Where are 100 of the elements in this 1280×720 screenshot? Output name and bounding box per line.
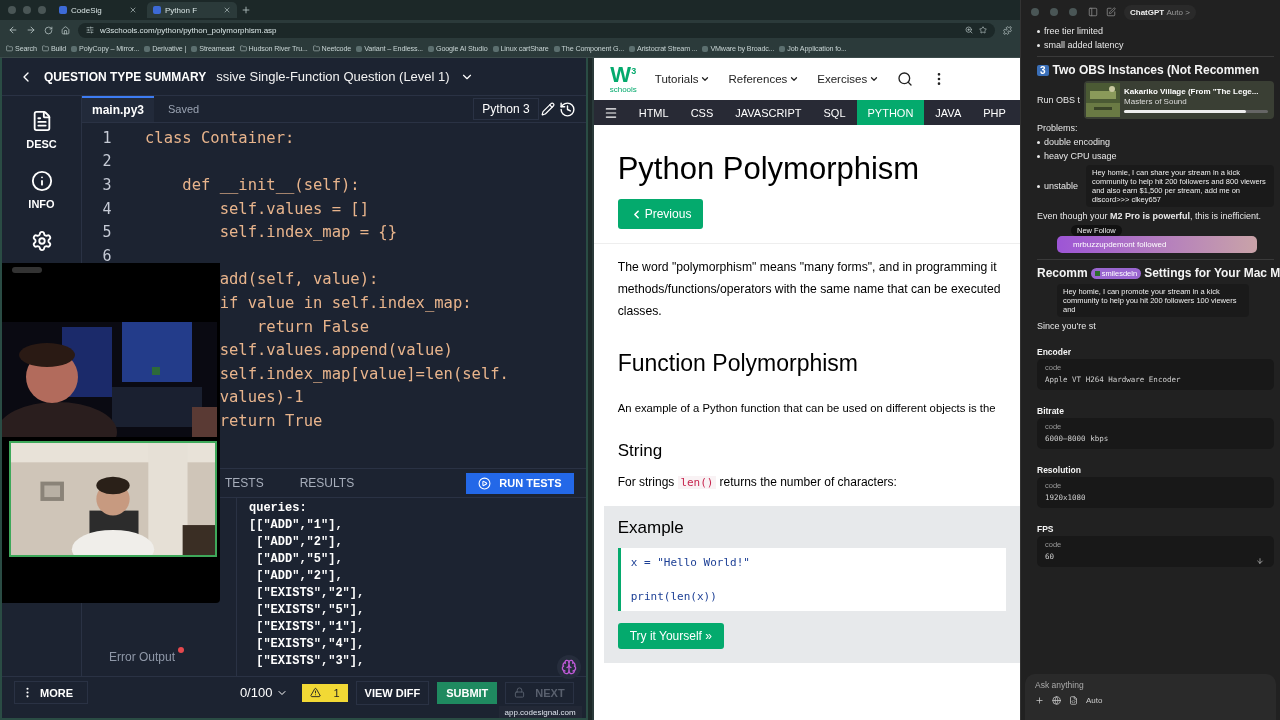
page-icon bbox=[702, 45, 709, 52]
search-icon[interactable] bbox=[897, 71, 914, 87]
chat-input[interactable]: Ask anything Auto bbox=[1025, 674, 1276, 720]
code-line: add(self, value): bbox=[218, 270, 379, 289]
setting-label: Encoder bbox=[1037, 347, 1072, 357]
code-line: class Container: bbox=[145, 128, 295, 147]
drag-handle[interactable] bbox=[12, 267, 42, 273]
test-input-line: ["ADD","5"], bbox=[255, 551, 344, 568]
star-icon[interactable] bbox=[979, 26, 987, 34]
test-input-line: ["EXISTS","4"], bbox=[255, 636, 365, 653]
topnav-link[interactable]: CSS bbox=[679, 100, 725, 125]
line-number: 2 bbox=[101, 152, 113, 171]
nav-menu[interactable]: Exercises bbox=[817, 73, 880, 85]
page-title: Python Polymorphism bbox=[617, 151, 921, 187]
tool-icon[interactable] bbox=[1069, 696, 1078, 705]
test-tab[interactable]: RESULTS bbox=[299, 476, 355, 490]
assistant-button[interactable] bbox=[557, 655, 581, 679]
paragraph: The word "polymorphism" means "many forms", and in programming it methods/functions/operators with the same name that can be executed classes. bbox=[617, 259, 1002, 320]
list-item: heavy CPU usage bbox=[1044, 151, 1117, 161]
folder-icon bbox=[312, 45, 320, 52]
topnav-link[interactable]: JAVA bbox=[924, 100, 973, 125]
sliders-icon[interactable] bbox=[86, 26, 94, 34]
line-number: 3 bbox=[101, 176, 113, 194]
globe-icon[interactable] bbox=[1052, 696, 1061, 705]
browser-tab[interactable]: Python F bbox=[147, 2, 237, 18]
page-icon bbox=[553, 45, 560, 52]
close-icon[interactable] bbox=[129, 6, 137, 14]
address-bar[interactable]: w3schools.com/python/python_polymorphism.asp bbox=[78, 22, 995, 38]
example-title: Example bbox=[617, 518, 685, 538]
new-chat-icon[interactable] bbox=[1106, 7, 1116, 17]
sidebar-label[interactable]: DESC bbox=[26, 138, 57, 150]
paragraph: An example of a Python function that can be used on different objects is the bbox=[617, 401, 997, 416]
code-line: self.index_map[value]=len(self. bbox=[218, 364, 509, 383]
section-heading: Two OBS Instances (Not Recommen bbox=[1052, 63, 1260, 77]
zoom-icon[interactable] bbox=[965, 26, 973, 34]
test-tab[interactable]: TESTS bbox=[225, 476, 264, 490]
info-icon bbox=[30, 170, 53, 192]
page-icon bbox=[144, 45, 151, 52]
test-input-line: ["ADD","2"], bbox=[255, 568, 344, 585]
scroll-down-icon[interactable] bbox=[1256, 557, 1264, 565]
mode-label[interactable]: Auto bbox=[1086, 696, 1103, 705]
bullet-icon bbox=[1037, 43, 1040, 47]
code-example: x = "Hello World!" print(len(x)) bbox=[617, 548, 1006, 611]
subheading: String bbox=[617, 441, 664, 461]
view-diff-button[interactable]: VIEW DIFF bbox=[355, 680, 430, 705]
list-item: free tier limited bbox=[1044, 26, 1104, 36]
list-item: small added latency bbox=[1044, 40, 1124, 50]
section-heading: Function Polymorphism bbox=[617, 350, 859, 377]
setting-label: FPS bbox=[1037, 524, 1055, 534]
setting-label: Bitrate bbox=[1037, 406, 1065, 416]
chat-text: Even though your M2 Pro is powerful, this is inefficient. bbox=[1037, 211, 1262, 221]
menu-icon bbox=[603, 105, 618, 120]
sidebar-label[interactable]: INFO bbox=[28, 198, 55, 210]
run-tests-button[interactable]: RUN TESTS bbox=[466, 472, 574, 494]
chat-text: Run OBS t bbox=[1037, 95, 1081, 105]
warning-badge[interactable]: 1 bbox=[302, 683, 348, 702]
topnav-link[interactable]: PHP bbox=[972, 100, 1017, 125]
sidebar-icon[interactable] bbox=[1088, 7, 1098, 17]
new-tab-icon[interactable] bbox=[241, 5, 251, 15]
browser-tab[interactable]: CodeSig bbox=[53, 2, 143, 18]
code-line: def __init__(self): bbox=[181, 176, 360, 194]
caret-icon bbox=[789, 74, 800, 84]
forward-icon[interactable] bbox=[26, 25, 36, 35]
nav-menu[interactable]: References bbox=[728, 73, 800, 85]
page-icon bbox=[71, 45, 78, 52]
caret-icon bbox=[869, 74, 880, 84]
submit-button[interactable]: SUBMIT bbox=[437, 681, 498, 704]
list-item: unstable bbox=[1044, 181, 1079, 191]
chat-text: Since you're st bbox=[1037, 321, 1097, 331]
chat-text: Problems: bbox=[1037, 123, 1079, 133]
extension-icon[interactable] bbox=[1003, 25, 1012, 35]
score-dropdown[interactable]: 0/100 bbox=[233, 684, 295, 701]
topnav-link[interactable]: JAVASCRIPT bbox=[724, 100, 813, 125]
section-heading: Recomm bbox=[1037, 266, 1088, 280]
question-title[interactable]: ssive Single-Function Question (Level 1) bbox=[216, 69, 450, 84]
more-button[interactable]: MORE bbox=[14, 681, 88, 704]
test-nav-item[interactable]: Error Output bbox=[109, 650, 176, 664]
home-icon[interactable] bbox=[61, 25, 70, 35]
model-selector[interactable]: ChatGPT Auto > bbox=[1124, 4, 1196, 20]
topnav-link[interactable]: HTML bbox=[627, 100, 680, 125]
line-number: 5 bbox=[101, 223, 113, 242]
nav-menu[interactable]: Tutorials bbox=[654, 73, 711, 85]
code-line: self.values.append(value) bbox=[218, 341, 453, 360]
plus-icon[interactable] bbox=[1035, 696, 1044, 705]
file-tab[interactable]: main.py3 bbox=[82, 96, 155, 122]
test-input-line: ["ADD","2"], bbox=[255, 534, 344, 551]
warning-icon bbox=[310, 687, 322, 698]
caret-icon bbox=[700, 74, 711, 84]
line-number: 6 bbox=[101, 246, 113, 265]
line-number: 4 bbox=[101, 199, 113, 218]
reload-icon[interactable] bbox=[44, 25, 53, 35]
line-number: 1 bbox=[101, 128, 113, 147]
language-selector[interactable]: Python 3 bbox=[473, 98, 539, 120]
brain-icon bbox=[561, 659, 577, 675]
follow-alert: mrbuzzupdemont followed bbox=[1057, 236, 1257, 253]
setting-label: Resolution bbox=[1037, 465, 1082, 475]
topnav-link[interactable]: SQL bbox=[812, 100, 857, 125]
code-line: return True bbox=[218, 411, 323, 430]
close-icon[interactable] bbox=[223, 6, 231, 14]
list-item: double encoding bbox=[1044, 137, 1111, 147]
